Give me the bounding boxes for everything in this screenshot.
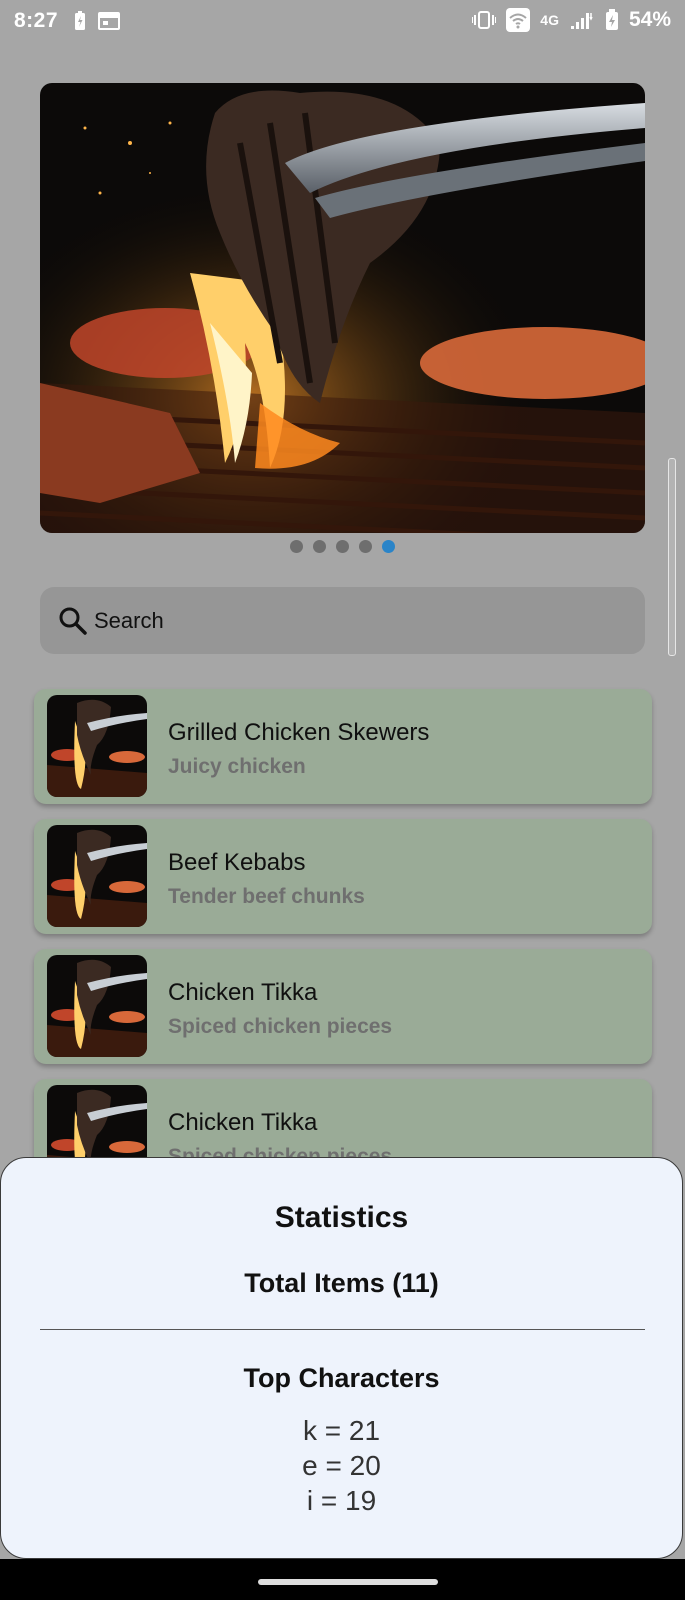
vibrate-icon (472, 11, 497, 29)
battery-icon (605, 9, 618, 30)
image-carousel[interactable] (40, 83, 645, 533)
list-item[interactable]: Grilled Chicken Skewers Juicy chicken (34, 689, 652, 804)
sheet-title: Statistics (274, 1201, 409, 1234)
calendar-icon (98, 12, 120, 30)
wifi-icon (506, 8, 531, 32)
item-title: Grilled Chicken Skewers (168, 719, 430, 746)
divider (40, 1329, 645, 1330)
search-bar[interactable] (40, 587, 645, 654)
system-icons: 4G 54% (472, 8, 671, 32)
battery-percentage: 54% (628, 8, 671, 31)
battery-saver-icon (75, 11, 85, 30)
grilled-steak-photo (40, 83, 645, 533)
search-input[interactable] (92, 602, 596, 640)
character-count: i = 19 (306, 1485, 377, 1516)
carousel-dot[interactable] (290, 540, 303, 553)
carousel-dot[interactable] (359, 540, 372, 553)
search-icon (59, 607, 87, 635)
item-thumbnail (47, 695, 147, 797)
item-subtitle: Spiced chicken pieces (168, 1015, 393, 1038)
character-count: k = 21 (302, 1415, 381, 1446)
item-thumbnail (47, 955, 147, 1057)
item-thumbnail (47, 825, 147, 927)
scrollbar[interactable] (668, 458, 676, 656)
navigation-bar (0, 1559, 685, 1600)
carousel-dot[interactable] (313, 540, 326, 553)
total-items: Total Items (11) (244, 1268, 439, 1298)
item-title: Chicken Tikka (168, 979, 318, 1006)
home-handle[interactable] (258, 1579, 438, 1585)
list-item[interactable]: Chicken Tikka Spiced chicken pieces (34, 949, 652, 1064)
item-title: Beef Kebabs (168, 849, 306, 876)
item-subtitle: Juicy chicken (168, 755, 306, 778)
list-item[interactable]: Beef Kebabs Tender beef chunks (34, 819, 652, 934)
top-characters-heading: Top Characters (243, 1363, 440, 1393)
carousel-dot[interactable] (336, 540, 349, 553)
character-count: e = 20 (302, 1450, 381, 1481)
item-title: Chicken Tikka (168, 1109, 318, 1136)
status-time: 8:27 (14, 9, 59, 32)
signal-icon (570, 13, 593, 29)
carousel-dot-active[interactable] (382, 540, 395, 553)
notification-icons (74, 11, 120, 31)
status-bar: 8:27 4G 54% (0, 0, 685, 44)
item-subtitle: Tender beef chunks (168, 885, 365, 908)
top-characters-list: k = 21 e = 20 i = 19 (1, 1413, 682, 1518)
carousel-indicator (0, 540, 685, 553)
statistics-sheet: Statistics Total Items (11) Top Characte… (0, 1157, 683, 1559)
network-type: 4G (540, 12, 559, 28)
